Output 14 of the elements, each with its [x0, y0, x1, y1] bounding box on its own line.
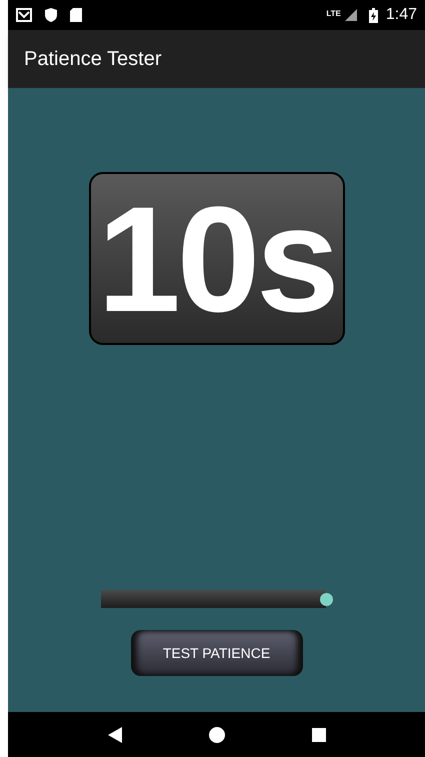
app-title: Patience Tester: [24, 47, 162, 72]
battery-icon: [368, 8, 378, 22]
network-label: LTE: [326, 8, 341, 20]
back-icon[interactable]: [108, 726, 122, 742]
clock-time: 1:47: [386, 5, 417, 25]
home-icon[interactable]: [208, 726, 224, 742]
overview-icon[interactable]: [312, 728, 326, 742]
timer-display: 10s: [88, 172, 344, 345]
signal-icon: [344, 9, 357, 21]
shield-icon: [44, 7, 58, 23]
slider-thumb[interactable]: [320, 593, 332, 606]
mail-icon: [16, 8, 32, 22]
sd-card-icon: [70, 8, 82, 22]
test-patience-button[interactable]: TEST PATIENCE: [130, 630, 302, 676]
